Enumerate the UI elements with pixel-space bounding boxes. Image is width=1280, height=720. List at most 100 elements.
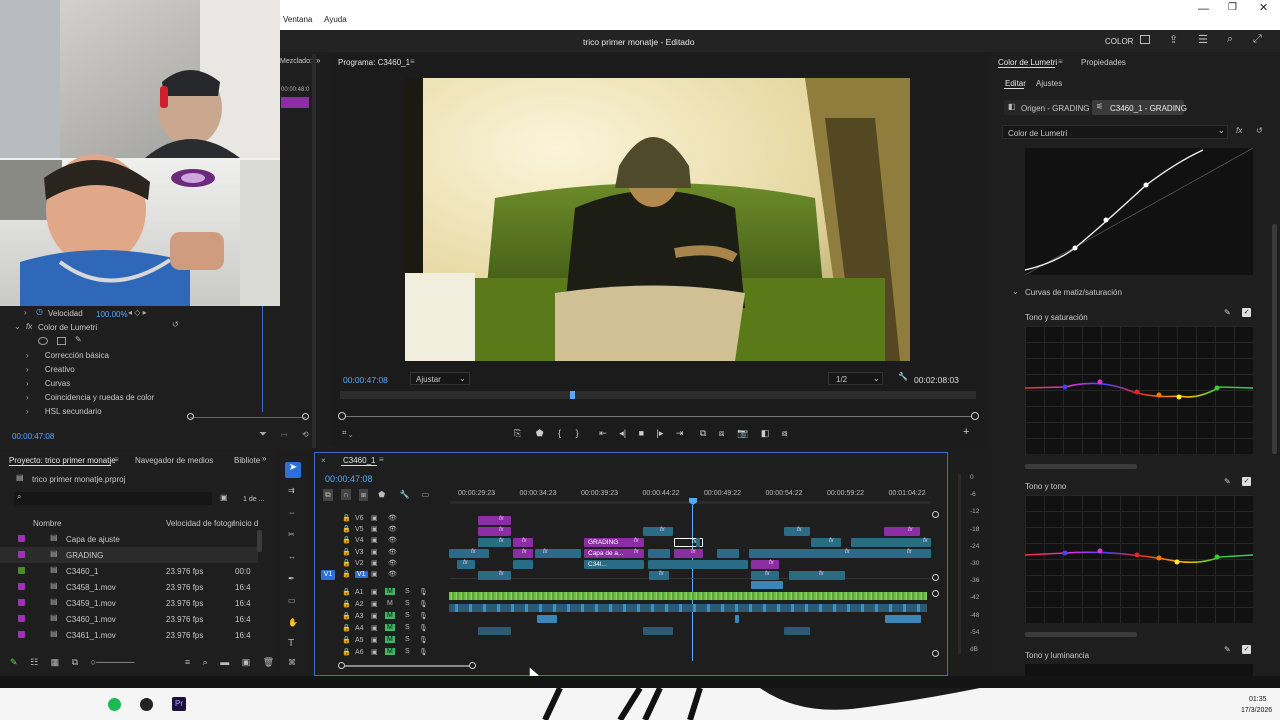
sort-icon[interactable]: ≡ [185,657,190,667]
hue-sat-graph[interactable] [1024,326,1254,454]
trash-icon[interactable]: 🗑 [263,657,274,667]
export-icon[interactable]: ↦ [281,430,288,439]
lock-icon[interactable]: 🔒 [342,559,351,567]
sync-lock-icon[interactable]: ▣ [371,514,378,522]
audio-clip-a4[interactable] [885,615,921,623]
panel-scrollbar[interactable] [312,54,316,448]
lock-icon[interactable]: 🔒 [342,588,351,596]
track-label[interactable]: V6 [355,515,364,522]
eye-icon[interactable]: 👁 [388,525,397,533]
sync-lock-icon[interactable]: ▣ [371,570,378,578]
rect-mask-icon[interactable] [57,337,66,345]
panel-scrollbar[interactable] [1272,224,1277,454]
mic-icon[interactable]: 🎙 [419,624,428,632]
ellipse-mask-icon[interactable] [38,337,48,345]
tab-project[interactable]: Proyecto: trico primer monatje [9,456,116,465]
resolution-dropdown[interactable]: 1/2 ⌄ [828,372,883,385]
sync-lock-icon[interactable]: ▣ [371,588,378,596]
col-name[interactable]: Nombre [33,519,61,528]
mute-button[interactable]: M [385,624,395,631]
color-label[interactable] [18,599,25,606]
zoom-slider[interactable]: ○────── [91,657,135,667]
type-icon[interactable]: T [288,638,294,649]
sequence-tab[interactable]: C3460_1 [343,456,375,465]
eye-icon[interactable]: 👁 [388,536,397,544]
audio-clip-a4[interactable] [735,615,739,623]
go-to-out-icon[interactable]: ⇥ [676,428,684,438]
panel-overflow-icon[interactable]: » [316,56,320,65]
keyframe-nav-icon[interactable]: ◂ ◇ ▸ [128,308,147,317]
eye-icon[interactable]: 👁 [388,559,397,567]
track-label[interactable]: V3 [355,549,364,556]
clip-v2[interactable]: fx [457,560,475,569]
fit-dropdown[interactable]: Ajustar ⌄ [410,372,470,385]
new-item-icon[interactable]: ▣ [242,657,251,667]
audio-clip-a3[interactable] [449,604,927,612]
section-correccion[interactable]: › Corrección básica [26,351,154,365]
razor-icon[interactable]: ✂ [288,530,295,539]
clock-date[interactable]: 17/3/2026 [1241,707,1272,714]
nest-icon[interactable]: ⧉ [323,489,333,501]
step-back-icon[interactable]: ◂| [619,428,626,438]
zoom-handle-left[interactable] [187,413,194,420]
sync-lock-icon[interactable]: ▣ [371,536,378,544]
enable-checkbox[interactable]: ✓ [1242,477,1251,486]
zoom-scrollbar[interactable] [190,417,306,418]
source-patch[interactable]: V1 [321,570,335,580]
track-select-icon[interactable]: ⇉ [288,486,295,495]
overwrite-icon[interactable]: ⧈ [719,428,725,438]
lift-icon[interactable]: ⎘ [514,428,521,438]
clip-v4[interactable]: fx [811,538,841,547]
mute-button[interactable]: M [385,600,395,607]
sync-lock-icon[interactable]: ▣ [371,648,378,656]
hue-hue-graph[interactable] [1024,495,1254,623]
insert-icon[interactable]: ⧉ [700,428,706,438]
search-icon[interactable]: ⌕ [1227,33,1233,46]
go-to-in-icon[interactable]: ⇤ [599,428,607,438]
premiere-icon[interactable]: Pr [172,697,186,711]
hand-icon[interactable]: ✋ [288,618,298,627]
clip-v4[interactable]: fx [513,538,533,547]
list-item[interactable]: ▤ C3459_1.mov 23.976 fps 16:4 [0,595,258,611]
list-item[interactable]: ▤ Capa de ajuste [0,531,258,547]
sync-lock-icon[interactable]: ▣ [371,559,378,567]
lock-icon[interactable]: 🔒 [342,624,351,632]
slip-icon[interactable]: ↔ [288,552,296,561]
hue-range-slider[interactable] [1025,632,1137,637]
reset-icon[interactable]: ↺ [1256,126,1263,135]
list-item[interactable]: ▤ C3460_1.mov 23.976 fps 16:4 [0,611,258,627]
clip-v2-c34[interactable]: C34l... [584,560,644,569]
close-icon[interactable]: ✕ [1259,1,1268,14]
zoom-handle-left[interactable] [338,412,346,420]
program-title[interactable]: Programa: C3460_1 [338,58,410,67]
compare-icon[interactable]: ◧ [761,428,770,438]
audio-clip-a5[interactable] [478,627,511,635]
color-label[interactable] [18,583,25,590]
sync-lock-icon[interactable]: ▣ [371,600,378,608]
mini-clip[interactable] [281,97,309,108]
clip-v5[interactable]: fx [784,527,810,536]
audio-clip-a5[interactable] [643,627,673,635]
snap-icon[interactable]: ∩ [340,489,351,500]
close-tab-icon[interactable]: × [321,456,326,465]
list-item[interactable]: ▤ C3460_1 23.976 fps 00:0 [0,563,258,579]
captions-icon[interactable]: ▭ [422,490,430,499]
stopwatch-icon[interactable]: ◷ [36,307,43,316]
sync-lock-icon[interactable]: ▣ [371,525,378,533]
audio-clip-a5[interactable] [784,627,810,635]
sync-lock-icon[interactable]: ▣ [371,636,378,644]
track-label[interactable]: A1 [355,589,364,596]
collapse-chevron-icon[interactable]: ⌄ [14,322,21,331]
workspace-label[interactable]: COLOR [1105,37,1133,46]
col-start[interactable]: Inicio d [233,519,258,528]
color-label[interactable] [18,567,25,574]
menu-ventana[interactable]: Ventana [283,15,312,24]
fullscreen-icon[interactable]: ⤢ [1253,33,1262,46]
color-label[interactable] [18,631,25,638]
track-label[interactable]: A4 [355,625,364,632]
solo-button[interactable]: S [405,624,410,631]
effect-select[interactable]: Color de Lumetri ⌄ [1002,125,1228,139]
enable-checkbox[interactable]: ✓ [1242,308,1251,317]
clip-v3[interactable] [648,549,670,558]
clock-time[interactable]: 01:35 [1249,696,1267,703]
